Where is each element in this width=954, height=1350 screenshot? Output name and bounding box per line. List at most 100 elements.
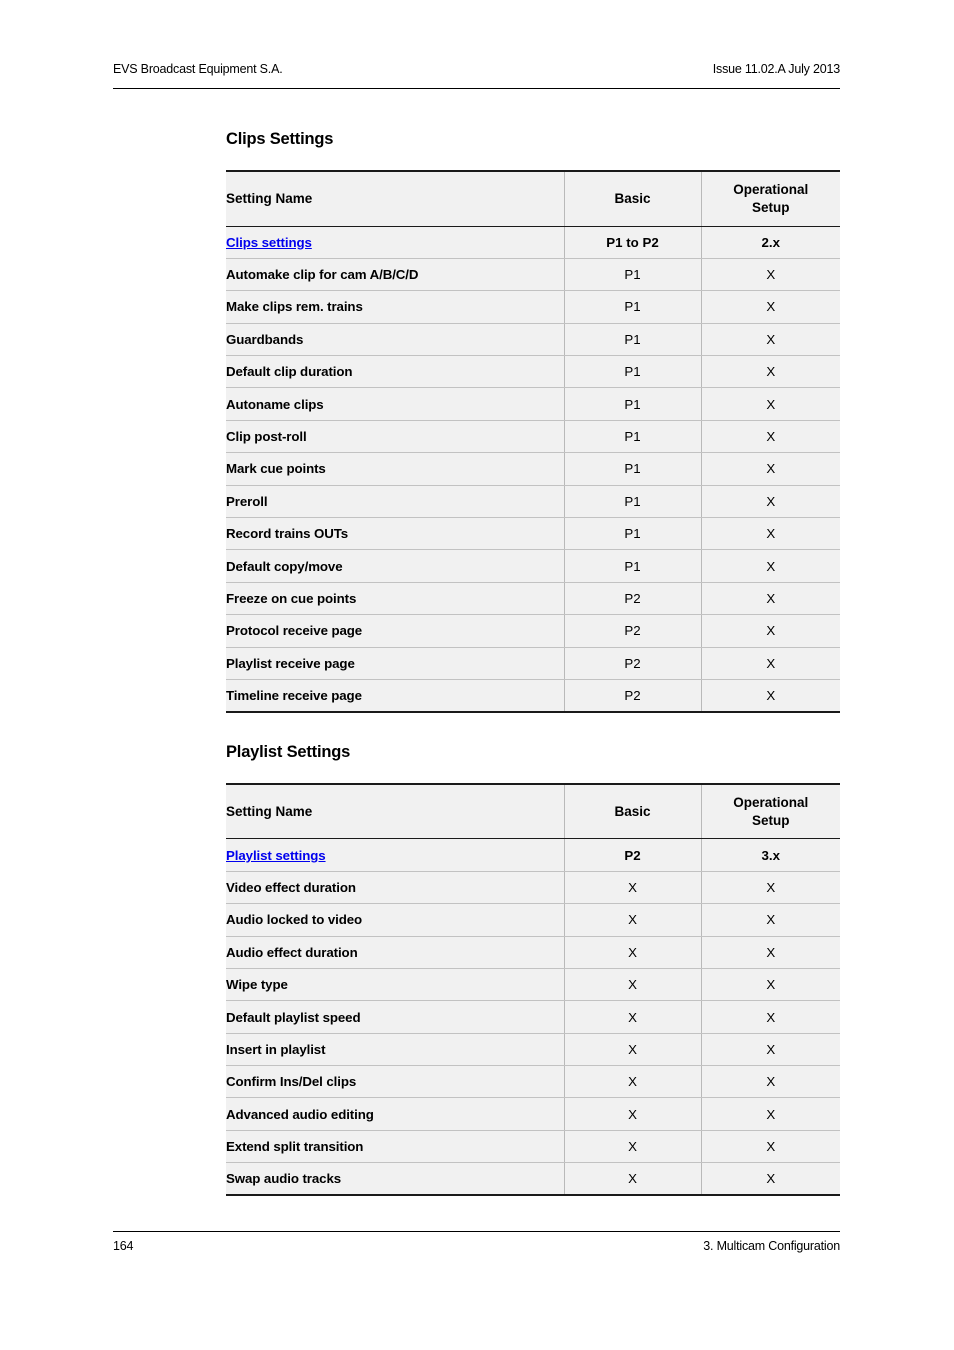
table-row: Clips settings P1 to P2 2.x — [226, 226, 840, 259]
table-row: Wipe type X X — [226, 968, 840, 1002]
column-header-operational-setup-line1: Operational — [733, 182, 809, 198]
settings-section: Playlist Settings Setting Name Basic Operat… — [226, 743, 840, 1197]
table-header-row: Setting Name Basic Operational Setup — [226, 783, 840, 840]
running-footer-rule — [113, 1231, 840, 1232]
cell-operational-setup-value: X — [701, 1033, 840, 1067]
cell-setting-name: Video effect duration — [226, 871, 565, 905]
table-row: Playlist receive page P2 X — [226, 647, 840, 680]
cell-basic-value: P1 — [564, 420, 702, 454]
cell-setting-name: Default playlist speed — [226, 1000, 565, 1034]
cell-operational-setup-value: 3.x — [701, 838, 840, 872]
cell-operational-setup-value: X — [701, 517, 840, 551]
setting-link[interactable]: Clips settings — [226, 235, 312, 250]
table-row: Autoname clips P1 X — [226, 387, 840, 421]
cell-basic-value: X — [564, 903, 702, 937]
cell-basic-value: P1 — [564, 355, 702, 389]
cell-operational-setup-value: X — [701, 679, 840, 712]
cell-operational-setup-value: X — [701, 903, 840, 937]
cell-basic-value: X — [564, 1130, 702, 1164]
cell-basic-value: P2 — [564, 838, 702, 872]
cell-setting-name[interactable]: Clips settings — [226, 226, 565, 259]
cell-basic-value: P2 — [564, 647, 702, 680]
cell-operational-setup-value: X — [701, 387, 840, 421]
cell-setting-name: Record trains OUTs — [226, 517, 565, 551]
cell-basic-value: X — [564, 936, 702, 969]
table-row: Swap audio tracks X X — [226, 1162, 840, 1196]
cell-operational-setup-value: X — [701, 614, 840, 648]
cell-operational-setup-value: X — [701, 1097, 840, 1131]
cell-basic-value: P1 — [564, 517, 702, 551]
document-page: EVS Broadcast Equipment S.A. Issue 11.02… — [0, 0, 954, 1350]
table-row: Playlist settings P2 3.x — [226, 838, 840, 872]
cell-basic-value: P1 — [564, 323, 702, 357]
cell-basic-value: X — [564, 1097, 702, 1131]
cell-basic-value: X — [564, 1162, 702, 1196]
cell-operational-setup-value: X — [701, 485, 840, 519]
cell-operational-setup-value: X — [701, 936, 840, 969]
section-title: Clips Settings — [226, 130, 334, 148]
table-row: Audio effect duration X X — [226, 936, 840, 969]
table-row: Guardbands P1 X — [226, 323, 840, 357]
cell-setting-name: Clip post-roll — [226, 420, 565, 454]
column-header-operational-setup: Operational Setup — [701, 171, 840, 227]
cell-operational-setup-value: 2.x — [701, 226, 840, 259]
cell-operational-setup-value: X — [701, 1065, 840, 1099]
cell-setting-name: Default clip duration — [226, 355, 565, 389]
table-row: Timeline receive page P2 X — [226, 679, 840, 712]
cell-setting-name: Insert in playlist — [226, 1033, 565, 1067]
cell-operational-setup-value: X — [701, 582, 840, 616]
cell-operational-setup-value: X — [701, 258, 840, 292]
cell-operational-setup-value: X — [701, 420, 840, 454]
table-header-row: Setting Name Basic Operational Setup — [226, 171, 840, 227]
cell-setting-name: Autoname clips — [226, 387, 565, 421]
column-header-setting-name: Setting Name — [226, 171, 565, 227]
column-header-setting-name: Setting Name — [226, 783, 565, 840]
cell-operational-setup-value: X — [701, 323, 840, 357]
cell-basic-value: P2 — [564, 679, 702, 712]
cell-basic-value: X — [564, 871, 702, 905]
cell-basic-value: P1 — [564, 258, 702, 292]
setting-link[interactable]: Playlist settings — [226, 848, 326, 863]
cell-setting-name[interactable]: Playlist settings — [226, 838, 565, 872]
cell-basic-value: X — [564, 1065, 702, 1099]
cell-operational-setup-value: X — [701, 871, 840, 905]
cell-setting-name: Playlist receive page — [226, 647, 565, 680]
cell-operational-setup-value: X — [701, 1000, 840, 1034]
cell-setting-name: Automake clip for cam A/B/C/D — [226, 258, 565, 292]
cell-setting-name: Audio locked to video — [226, 903, 565, 937]
cell-setting-name: Guardbands — [226, 323, 565, 357]
cell-basic-value: P2 — [564, 614, 702, 648]
sections-container: Clips Settings Setting Name Basic Operation… — [226, 130, 840, 1197]
table-row: Default playlist speed X X — [226, 1000, 840, 1034]
cell-setting-name: Make clips rem. trains — [226, 290, 565, 324]
cell-basic-value: P1 — [564, 452, 702, 486]
table-row: Default copy/move P1 X — [226, 549, 840, 583]
settings-table: Setting Name Basic Operational Setup Clips s… — [226, 170, 840, 713]
running-header-company: EVS Broadcast Equipment S.A. — [113, 62, 283, 76]
cell-operational-setup-value: X — [701, 290, 840, 324]
column-header-operational-setup-line2: Setup — [751, 199, 790, 215]
page-number: 164 — [113, 1239, 134, 1253]
table-row: Insert in playlist X X — [226, 1033, 840, 1067]
cell-basic-value: X — [564, 1033, 702, 1067]
cell-setting-name: Confirm Ins/Del clips — [226, 1065, 565, 1099]
cell-basic-value: P1 to P2 — [564, 226, 702, 259]
running-header: EVS Broadcast Equipment S.A. Issue 11.02… — [113, 62, 840, 76]
table-row: Advanced audio editing X X — [226, 1097, 840, 1131]
cell-basic-value: X — [564, 1000, 702, 1034]
cell-setting-name: Advanced audio editing — [226, 1097, 565, 1131]
cell-operational-setup-value: X — [701, 452, 840, 486]
column-header-basic: Basic — [564, 171, 702, 227]
cell-operational-setup-value: X — [701, 647, 840, 680]
table-row: Video effect duration X X — [226, 871, 840, 905]
table-row: Record trains OUTs P1 X — [226, 517, 840, 551]
cell-basic-value: P1 — [564, 290, 702, 324]
cell-operational-setup-value: X — [701, 1162, 840, 1196]
cell-setting-name: Mark cue points — [226, 452, 565, 486]
table-row: Freeze on cue points P2 X — [226, 582, 840, 616]
page-content: Clips Settings Setting Name Basic Operation… — [226, 130, 840, 1197]
cell-setting-name: Audio effect duration — [226, 936, 565, 969]
column-header-operational-setup-line2: Setup — [751, 812, 790, 828]
cell-operational-setup-value: X — [701, 1130, 840, 1164]
table-row: Preroll P1 X — [226, 485, 840, 519]
